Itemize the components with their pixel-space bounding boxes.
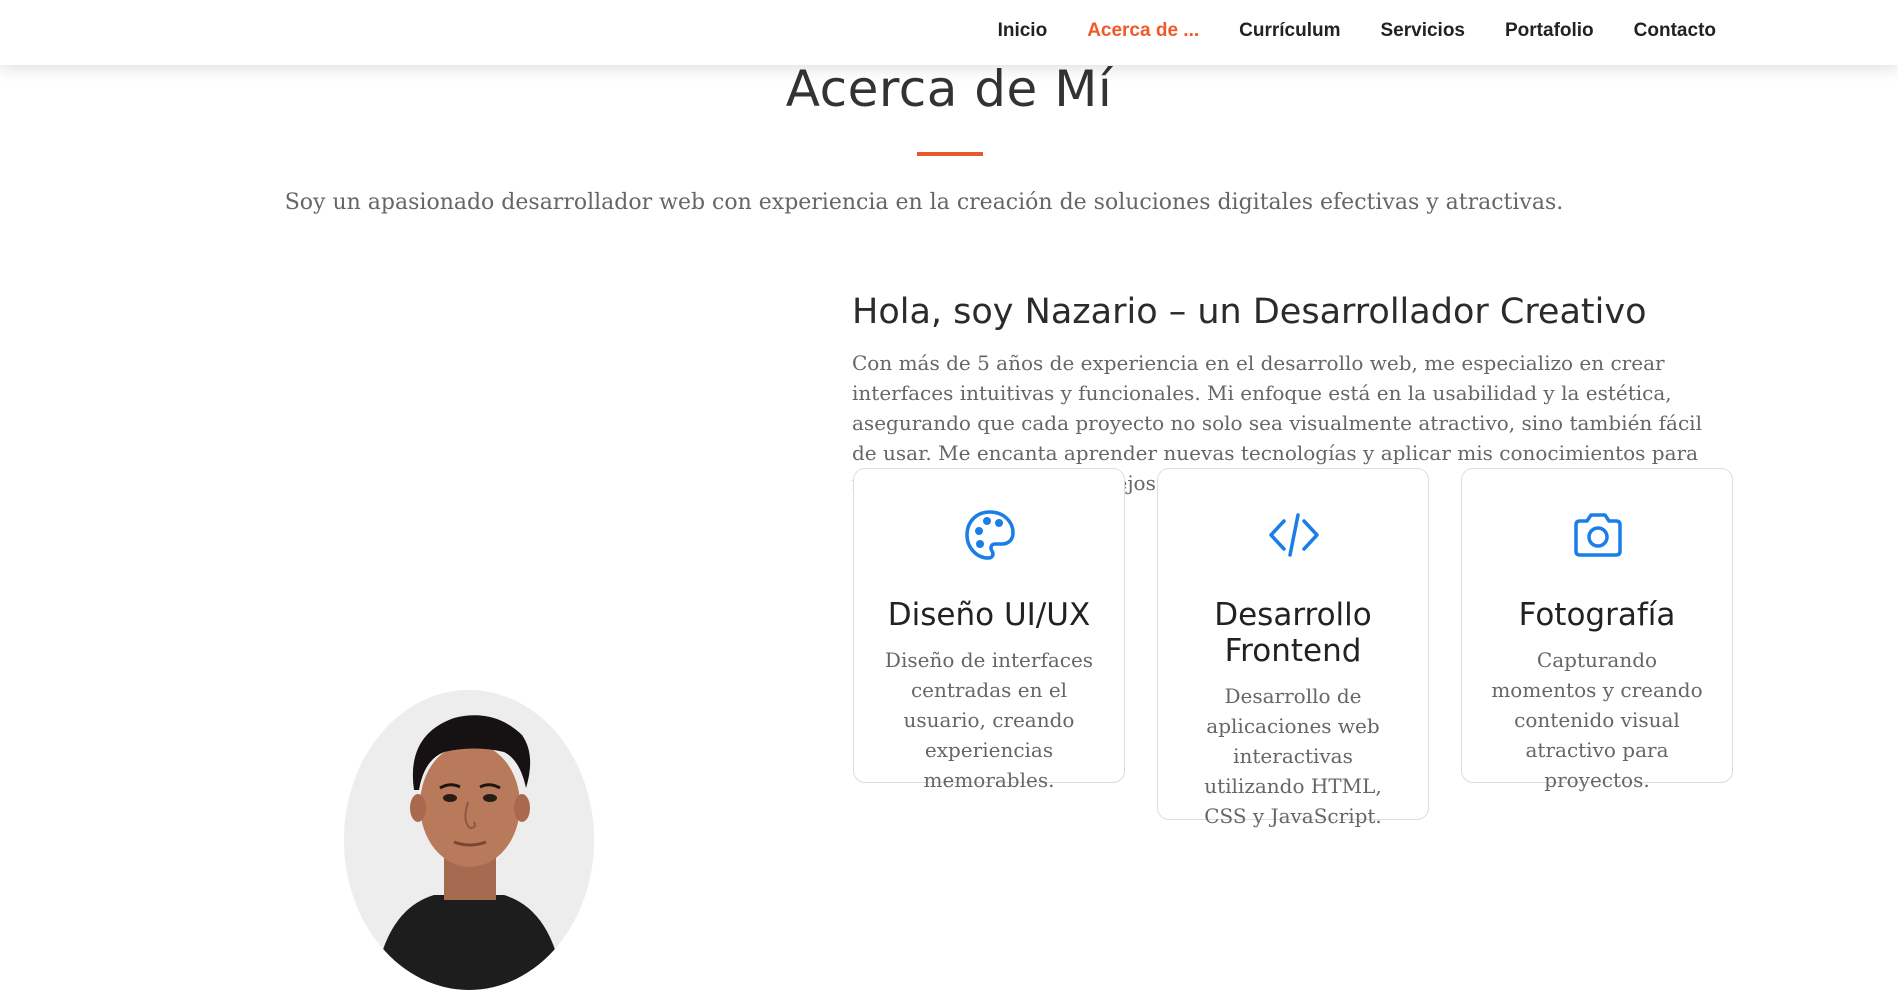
profile-photo-illustration: [344, 690, 594, 990]
card-description: Capturando momentos y creando contenido …: [1491, 648, 1703, 792]
section-title: Acerca de Mí: [785, 60, 1113, 118]
code-icon: [1269, 513, 1319, 557]
nav-item-servicios[interactable]: Servicios: [1381, 20, 1466, 42]
title-underline: [917, 152, 983, 156]
nav-item-contacto[interactable]: Contacto: [1634, 20, 1716, 42]
intro-heading: Hola, soy Nazario – un Desarrollador Cre…: [852, 292, 1647, 332]
nav-item-portafolio[interactable]: Portafolio: [1505, 20, 1594, 42]
service-card-frontend: Desarrollo Frontend Desarrollo de aplica…: [1157, 468, 1429, 828]
card-description: Desarrollo de aplicaciones web interacti…: [1204, 684, 1382, 828]
section-subtitle: Soy un apasionado desarrollador web con …: [0, 190, 1898, 215]
nav-menu: Inicio Acerca de ... Currículum Servicio…: [958, 20, 1716, 42]
navbar: Inicio Acerca de ... Currículum Servicio…: [0, 0, 1898, 65]
service-card-ui-ux: Diseño UI/UX Diseño de interfaces centra…: [853, 468, 1125, 792]
card-title: Fotografía: [1518, 597, 1676, 633]
nav-item-curriculum[interactable]: Currículum: [1239, 20, 1340, 42]
card-title: Diseño UI/UX: [887, 597, 1091, 633]
profile-photo: [344, 690, 594, 990]
palette-icon: [965, 510, 1015, 560]
subtitle-text: Soy un apasionado desarrollador web con …: [284, 190, 1564, 215]
card-description: Diseño de interfaces centradas en el usu…: [884, 648, 1094, 792]
service-card-photography: Fotografía Capturando momentos y creando…: [1461, 468, 1733, 792]
card-title: Desarrollo Frontend: [1214, 597, 1372, 669]
camera-icon: [1574, 513, 1622, 557]
nav-item-acerca[interactable]: Acerca de ...: [1087, 20, 1199, 42]
nav-item-inicio[interactable]: Inicio: [998, 20, 1048, 42]
